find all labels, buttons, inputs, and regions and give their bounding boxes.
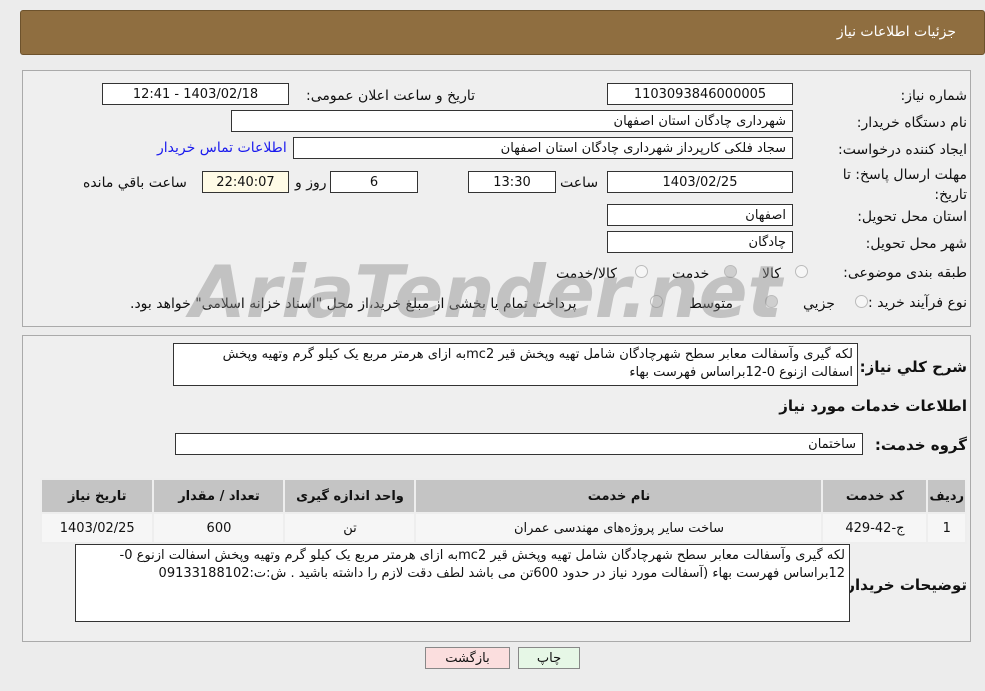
process-option-small: جزیي [803,296,835,312]
process-label: نوع فرآیند خرید : [868,295,967,311]
summary-label: شرح کلي نیاز: [859,358,967,376]
days-field: 6 [330,171,418,193]
page-title: جزئیات اطلاعات نیاز [836,24,956,40]
deadline-date-field: 1403/02/25 [607,171,793,193]
buyer-notes-textarea[interactable]: لکه گیری وآسفالت معابر سطح شهرچادگان شام… [75,544,850,622]
cell-unit: تن [283,512,417,544]
province-label: استان محل تحویل: [857,209,967,225]
category-option-both: کالا/خدمت [556,266,617,282]
deadline-time-field: 13:30 [468,171,556,193]
buyer-field: شهرداری چادگان استان اصفهان [231,110,793,132]
process-radio-small[interactable] [855,295,868,308]
col-unit: واحد اندازه گیری [283,478,417,514]
cell-name: ساخت سایر پروژه‌های مهندسی عمران [414,512,824,544]
days-label: روز و [295,175,327,191]
announce-field: 1403/02/18 - 12:41 [102,83,289,105]
need-number-field: 1103093846000005 [607,83,793,105]
category-option-service: خدمت [672,266,710,282]
service-group-field: ساختمان [175,433,863,455]
col-quantity: تعداد / مقدار [152,478,286,514]
announce-label: تاریخ و ساعت اعلان عمومی: [306,88,475,104]
province-field: اصفهان [607,204,793,226]
cell-quantity: 600 [152,512,286,544]
time-label: ساعت [560,175,599,191]
creator-field: سجاد فلکی کارپرداز شهرداری چادگان استان … [293,137,793,159]
services-table: ردیف کد خدمت نام خدمت واحد اندازه گیری ت… [39,478,967,544]
col-date: تاریخ نیاز [39,478,155,514]
cell-code: ج-42-429 [821,512,929,544]
remaining-time-field: 22:40:07 [202,171,289,193]
category-radio-goods[interactable] [795,265,808,278]
services-title: اطلاعات خدمات مورد نیاز [779,397,967,415]
col-row: ردیف [926,478,967,514]
city-label: شهر محل تحویل: [865,236,967,252]
process-radio-medium[interactable] [765,295,778,308]
service-group-label: گروه خدمت: [874,436,967,454]
table-row: 1 ج-42-429 ساخت سایر پروژه‌های مهندسی عم… [39,512,967,544]
buyer-notes-label: توضیحات خریدار: [840,576,967,594]
process-option-medium: متوسط [689,296,733,312]
category-option-goods: کالا [762,266,781,282]
process-note-checkbox[interactable] [650,295,663,308]
cell-date: 1403/02/25 [39,512,155,544]
back-button[interactable]: بازگشت [425,647,510,669]
city-field: چادگان [607,231,793,253]
buyer-label: نام دستگاه خریدار: [856,115,967,131]
category-label: طبقه بندی موضوعی: [843,265,967,281]
cell-row: 1 [926,512,967,544]
page-header: جزئیات اطلاعات نیاز [20,10,985,55]
table-header-row: ردیف کد خدمت نام خدمت واحد اندازه گیری ت… [39,478,967,514]
summary-textarea[interactable]: لکه گیری وآسفالت معابر سطح شهرچادگان شام… [173,343,858,386]
col-name: نام خدمت [414,478,824,514]
creator-label: ایجاد کننده درخواست: [838,142,967,158]
contact-buyer-link[interactable]: اطلاعات تماس خریدار [157,140,287,156]
remaining-label: ساعت باقي مانده [83,175,187,191]
category-radio-service[interactable] [724,265,737,278]
col-code: کد خدمت [821,478,929,514]
process-note: پرداخت تمام یا بخشی از مبلغ خرید،از محل … [130,296,577,312]
deadline-label: مهلت ارسال پاسخ: تا تاریخ: [842,167,967,203]
category-radio-both[interactable] [635,265,648,278]
need-number-label: شماره نیاز: [900,88,968,104]
print-button[interactable]: چاپ [518,647,580,669]
